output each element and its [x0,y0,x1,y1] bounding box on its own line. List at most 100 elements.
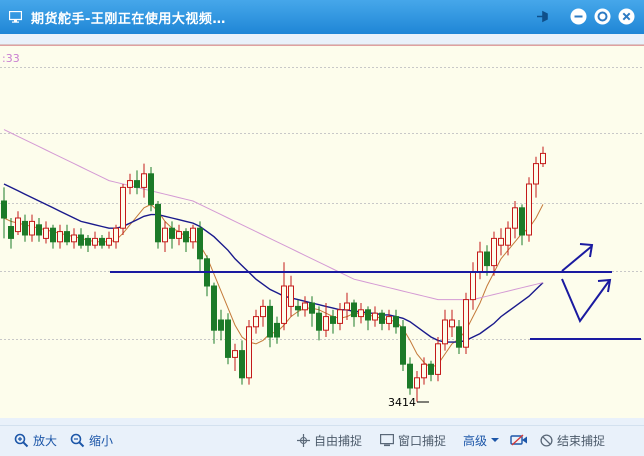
candle [379,309,385,331]
candle [407,357,413,395]
minimize-icon[interactable] [570,8,587,25]
chart-area[interactable]: :33 3414 [0,44,644,418]
candle [260,299,266,327]
candle [316,306,322,341]
candle [470,262,476,310]
candle-body [218,319,224,331]
candle-body [323,316,329,331]
candle [512,201,518,239]
v-arrow-shaft [561,278,610,324]
candle-body [169,227,175,239]
candle-body [309,302,315,314]
candle-body [211,285,217,331]
candle [197,221,203,273]
candle-body [295,305,301,311]
candle-body [386,316,392,324]
candle-body [498,237,504,246]
candle-body [372,312,378,321]
zoom-in-button[interactable]: 放大 [14,431,57,449]
candle-body [246,326,252,379]
candle-body [358,309,364,318]
ma-long-line [3,129,544,301]
video-camera-icon [510,434,527,446]
ma-mid-line [3,183,544,343]
candle-body [463,299,469,348]
candle [442,309,448,351]
candle-body [232,350,238,358]
candle-body [337,309,343,324]
candle [183,228,189,252]
window-capture-button[interactable]: 窗口捕捉 [380,431,446,449]
candle [134,170,140,195]
bottom-toolbar: 放大 缩小 自由捕捉 窗口捕捉 高级 结束捕捉 [0,425,644,456]
title-bar[interactable]: 期货舵手-王刚正在使用大视频… [0,0,644,34]
candle-body [519,207,525,236]
close-icon[interactable] [618,8,635,25]
pin-icon[interactable] [534,8,551,25]
candle-body [225,319,231,358]
candle-body [540,152,546,165]
candle [113,224,119,249]
corner-value-label: :33 [2,52,20,65]
candle [57,224,63,249]
candle [358,303,364,324]
candle [393,309,399,334]
candle [225,313,231,365]
ma-short-line [3,203,544,369]
candle [428,360,434,382]
free-capture-label: 自由捕捉 [314,433,363,448]
candle-body [407,363,413,389]
candle [162,221,168,252]
candle [15,211,21,235]
candle-body [533,163,539,185]
free-capture-button[interactable]: 自由捕捉 [297,431,362,449]
candle-body [15,217,21,233]
candle-body [344,302,350,311]
window-title: 期货舵手-王刚正在使用大视频… [31,12,226,27]
settings-icon[interactable] [594,8,611,25]
candle [36,218,42,242]
candle-body [106,237,112,246]
candle-body [393,316,399,328]
end-capture-button[interactable]: 结束捕捉 [540,431,605,449]
candle-body [477,251,483,273]
window-capture-label: 窗口捕捉 [398,433,447,448]
candle [323,303,329,337]
candle [106,231,112,249]
candle [8,218,14,249]
candle [456,320,462,354]
candle [78,228,84,249]
candle [176,224,182,246]
candle-body [428,363,434,375]
candle-body [134,180,140,188]
crosshair-icon [297,433,310,447]
candle [204,255,210,297]
candle-body [442,319,448,345]
candle-body [274,322,280,338]
candle-body [253,316,259,328]
candle [253,309,259,334]
candle-body [162,227,168,243]
candle-body [190,227,196,243]
candle [435,337,441,382]
candle [50,224,56,249]
zoom-out-button[interactable]: 缩小 [70,431,113,449]
candle-body [414,377,420,389]
candle-body [421,363,427,379]
candle [540,146,546,167]
candle [351,299,357,327]
candle-body [239,350,245,379]
candle [295,299,301,317]
candle [449,309,455,337]
advanced-dropdown[interactable]: 高级 [463,431,500,449]
candle-body [470,271,476,301]
candle-body [85,237,91,246]
candle [477,241,483,280]
candle [1,187,7,239]
candle-body [36,224,42,236]
candle-body [435,343,441,375]
candle-body [526,183,532,236]
window-icon [380,433,394,446]
candle [267,299,273,348]
video-record-button[interactable] [510,431,528,449]
